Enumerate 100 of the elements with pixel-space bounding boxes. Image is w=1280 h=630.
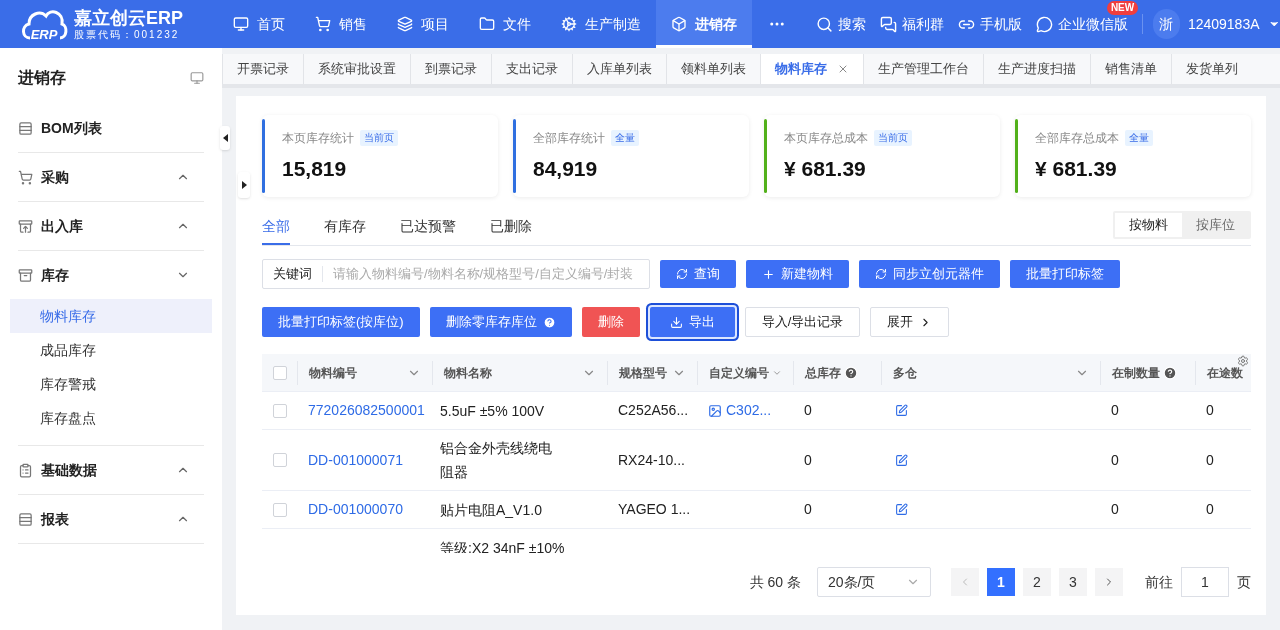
goto-page-field[interactable]: 1 <box>1181 567 1229 597</box>
sidebar-item[interactable]: 出入库 <box>18 202 204 250</box>
checkbox[interactable] <box>272 365 287 380</box>
refresh-icon <box>875 268 887 280</box>
edit-icon[interactable] <box>895 404 908 417</box>
page-button[interactable]: 2 <box>1023 568 1051 596</box>
table-cell-text: 贴片电阻A_V1.0 <box>440 500 543 520</box>
stat-value: ¥ 681.39 <box>1035 156 1118 182</box>
nav-item[interactable]: 项目 <box>382 0 465 48</box>
filter-tab[interactable]: 全部 <box>262 209 290 245</box>
column-header[interactable]: 自定义编号 <box>697 360 793 385</box>
stat-label: 本页库存统计 <box>282 130 354 147</box>
new-badge: NEW <box>1106 0 1139 15</box>
nav-item[interactable]: 生产制造 <box>546 0 657 48</box>
page-tab[interactable]: 支出记录 <box>491 54 572 84</box>
close-icon[interactable] <box>837 63 849 75</box>
sidebar-item[interactable]: BOM列表 <box>18 104 204 152</box>
sidebar-item[interactable]: 库存 <box>18 251 204 299</box>
toolbar-button[interactable]: 同步立创元器件 <box>859 260 1000 288</box>
edit-icon[interactable] <box>895 503 908 516</box>
table-cell: 0 <box>1206 501 1214 517</box>
toolbar-link[interactable]: 搜索 <box>816 13 867 35</box>
table-cell: YAGEO 1... <box>618 501 691 517</box>
page-tab[interactable]: 生产进度扫描 <box>983 54 1090 84</box>
action-button[interactable]: 删除零库存库位 <box>429 307 572 337</box>
toolbar-button[interactable]: 查询 <box>660 260 736 288</box>
nav-item[interactable]: 销售 <box>300 0 383 48</box>
material-code-link[interactable]: 772026082500001 <box>308 402 425 418</box>
page-tab[interactable]: 发货单列 <box>1171 54 1252 84</box>
material-code-link[interactable]: DD-001000070 <box>308 501 403 517</box>
toolbar-link[interactable]: 手机版 <box>958 13 1023 35</box>
page-tab[interactable]: 销售清单 <box>1090 54 1171 84</box>
toolbar-link[interactable]: 企业微信版 <box>1036 13 1129 35</box>
material-code-link[interactable]: DD-001000071 <box>308 451 403 468</box>
table-cell: 0 <box>1111 402 1119 418</box>
page-button[interactable]: 1 <box>987 568 1015 596</box>
scope-badge: 全量 <box>611 130 639 146</box>
download-icon <box>669 315 683 329</box>
keyword-search-field[interactable]: 关键词 请输入物料编号/物料名称/规格型号/自定义编号/封装 <box>262 259 650 289</box>
stat-value: ¥ 681.39 <box>784 156 867 182</box>
sidebar-item[interactable]: 基础数据 <box>18 446 204 494</box>
sidebar-subitem[interactable]: 库存盘点 <box>10 401 212 435</box>
nav-item[interactable]: 进销存 <box>656 0 753 48</box>
sidebar-subitem[interactable]: 物料库存 <box>10 299 212 333</box>
sidebar-item[interactable]: 报表 <box>18 495 204 543</box>
search-icon <box>816 15 834 33</box>
monitor-icon <box>233 16 250 32</box>
action-button[interactable]: 批量打印标签(按库位) <box>262 307 420 337</box>
column-header[interactable]: 多仓 <box>881 360 1100 385</box>
toolbar-button[interactable]: 新建物料 <box>746 260 849 288</box>
column-header[interactable]: 在途数 <box>1195 360 1251 385</box>
archive-icon <box>18 267 33 283</box>
action-button[interactable]: 展开 <box>870 307 950 337</box>
toolbar-link[interactable]: 福利群 <box>880 13 945 35</box>
page-tab[interactable]: 到票记录 <box>410 54 491 84</box>
view-toggle[interactable]: 按物料 <box>1115 213 1182 237</box>
column-header[interactable]: 总库存 <box>793 360 881 385</box>
nav-item[interactable]: 首页 <box>218 0 301 48</box>
page-tab[interactable]: 开票记录 <box>222 54 303 84</box>
filter-tab[interactable]: 已达预警 <box>400 209 456 245</box>
column-header[interactable]: 物料名称 <box>432 360 607 385</box>
collapse-handle[interactable] <box>220 126 230 150</box>
page-button[interactable]: 3 <box>1059 568 1087 596</box>
filter-tab[interactable]: 有库存 <box>324 209 366 245</box>
monitor-icon[interactable] <box>190 71 204 85</box>
view-toggle[interactable]: 按库位 <box>1182 213 1249 237</box>
checkbox[interactable] <box>272 403 287 418</box>
toolbar-button[interactable]: 批量打印标签 <box>1010 260 1120 288</box>
page-size-select[interactable]: 20条/页 <box>817 567 931 597</box>
table-cell: 0 <box>1111 451 1119 468</box>
settings-icon[interactable] <box>1237 355 1249 367</box>
page-tab[interactable]: 系统审批设置 <box>303 54 410 84</box>
page-tab[interactable]: 入库单列表 <box>572 54 666 84</box>
image-icon[interactable] <box>708 403 722 418</box>
speech-bubble-icon <box>1036 15 1054 33</box>
stat-label: 全部库存统计 <box>533 130 605 147</box>
sidebar-subitem[interactable]: 成品库存 <box>10 333 212 367</box>
checkbox[interactable] <box>272 453 287 467</box>
stat-value: 84,919 <box>533 156 599 182</box>
user-avatar[interactable]: 浙 <box>1153 9 1180 39</box>
sidebar-subitem[interactable]: 库存警戒 <box>10 367 212 401</box>
page-tab[interactable]: 物料库存 <box>760 54 863 84</box>
table-cell: 0 <box>1206 451 1214 468</box>
gear-icon <box>561 16 578 32</box>
page-tab[interactable]: 生产管理工作台 <box>863 54 983 84</box>
cart-icon <box>18 169 33 185</box>
sidebar-item[interactable]: 采购 <box>18 153 204 201</box>
action-button[interactable]: 导入/导出记录 <box>744 307 861 337</box>
goto-label: 前往 <box>1145 572 1173 592</box>
column-header[interactable]: 在制数量 <box>1100 360 1195 385</box>
expand-handle[interactable] <box>238 172 250 198</box>
column-header[interactable]: 规格型号 <box>607 360 697 385</box>
user-id[interactable]: 12409183A <box>1187 13 1260 35</box>
column-header[interactable]: 物料编号 <box>297 360 432 385</box>
nav-item[interactable]: 文件 <box>464 0 547 48</box>
edit-icon[interactable] <box>895 453 908 467</box>
table-cell: C252A56... <box>618 402 689 418</box>
custom-code-link[interactable]: C302... <box>726 400 772 421</box>
checkbox[interactable] <box>272 502 287 517</box>
filter-tab[interactable]: 已删除 <box>490 209 532 245</box>
